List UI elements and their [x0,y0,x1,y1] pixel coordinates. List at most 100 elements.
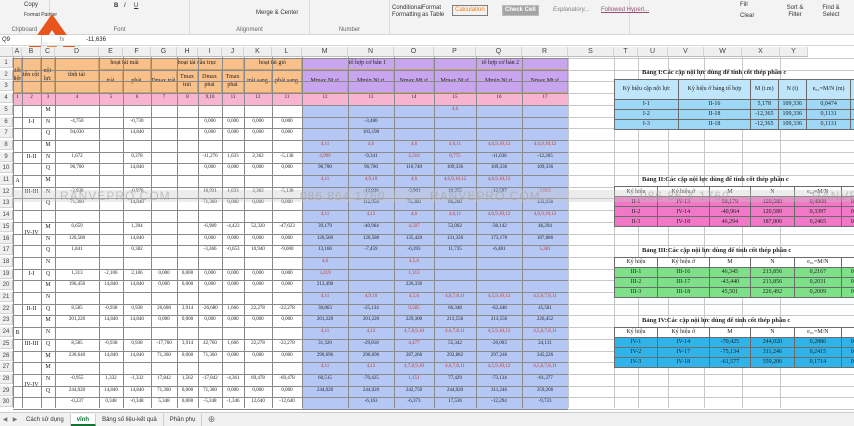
side-table-cell[interactable]: -43,440 [708,276,752,288]
table-cell[interactable]: 0,000 [222,280,244,290]
table-cell[interactable]: 0,000 [272,269,302,279]
table-cell[interactable]: 0,000 [177,351,198,361]
table-cell[interactable]: -26,680 [198,304,222,314]
table-cell[interactable]: 13,166 [302,245,348,255]
table-cell[interactable]: 4,5,6 [394,292,434,302]
table-cell[interactable]: 311,246 [476,386,522,396]
table-cell[interactable]: 39,179 [302,222,348,232]
table-cell[interactable]: 0,938 [123,304,151,314]
table-cell[interactable]: 4,5,6,7,8,11 [522,327,568,337]
table-cell[interactable]: 14,840 [99,315,123,325]
table-cell[interactable]: 4,6,9,10,12 [476,140,522,150]
table-cell[interactable]: 0,000 [244,269,272,279]
table-cell[interactable]: -6,481 [476,245,522,255]
side-table-cell[interactable]: I-3 [614,118,679,130]
table-cell[interactable]: 4,5,9,10,12 [476,327,522,337]
row-header[interactable]: 1 [0,58,13,68]
table-cell[interactable]: 3,419 [302,269,348,279]
table-cell[interactable]: 55,342 [434,339,476,349]
table-cell[interactable]: 96,700 [348,163,394,173]
table-cell[interactable]: 4,5,9,10,12 [476,362,522,372]
row-header[interactable]: 17 [0,245,13,256]
table-cell[interactable]: 46,294 [522,222,568,232]
table-cell[interactable]: 0,000 [222,128,244,138]
select-all-corner[interactable] [0,47,13,57]
table-cell[interactable]: 0,000 [222,269,244,279]
row-header[interactable]: 9 [0,151,13,162]
table-cell[interactable]: 4,11 [302,210,348,220]
table-cell[interactable]: 4,12 [348,327,394,337]
table-cell[interactable]: -0,955 [55,374,99,384]
side-table-cell[interactable]: 0,2009 [793,286,843,298]
table-cell[interactable]: 242,750 [394,386,434,396]
side-table-cell[interactable]: IV-18 [656,356,710,368]
table-cell[interactable]: 1,151 [394,374,434,384]
spreadsheet-grid[interactable]: A B C D E F G H I J K L M N O P Q R S T U V W X Y 1 2 3 4 5 6 7 8 9 10 11 12… [0,47,854,412]
side-table-cell[interactable]: 0,2167 [793,266,843,278]
column-header[interactable]: Y [780,47,808,57]
row-header[interactable]: 27 [0,362,13,373]
table-cell[interactable]: 66,348 [434,304,476,314]
side-table-cell[interactable]: 213,856 [750,276,795,288]
table-cell[interactable]: 2,362 [244,152,272,162]
table-cell[interactable]: -29,818 [348,339,394,349]
table-cell[interactable]: -0,348 [123,397,151,407]
table-cell[interactable]: 53,002 [434,222,476,232]
fill-button[interactable]: Fill [740,2,748,8]
row-header[interactable]: 24 [0,327,13,338]
table-cell[interactable]: -47,623 [272,222,302,232]
table-cell[interactable]: 4,6,9,10,12 [434,175,476,185]
table-cell[interactable]: -22,278 [272,339,302,349]
side-table-cell[interactable]: I-1 [614,98,679,110]
bold-button[interactable]: B [114,3,118,9]
side-table-cell[interactable]: 187,806 [750,216,795,228]
table-cell[interactable]: 173,170 [476,234,522,244]
copy-button[interactable]: Copy [24,2,38,8]
side-table-cell[interactable]: 0,236 [841,266,854,278]
table-cell[interactable]: 4,507 [394,222,434,232]
conditional-formatting-button[interactable]: Conditional Formatting [392,5,422,19]
formula-input[interactable]: -11,636 [82,37,106,43]
side-table-cell[interactable]: 0,2031 [793,276,843,288]
merge-center-button[interactable]: Merge & Center [256,10,298,16]
side-table-cell[interactable]: 0,223 [841,276,854,288]
column-header[interactable]: I [198,47,222,57]
table-cell[interactable]: 0,000 [177,386,198,396]
table-cell[interactable]: 0,000 [272,386,302,396]
table-cell[interactable]: 4,5,9,10,12 [476,292,522,302]
table-cell[interactable]: -3,366 [198,245,222,255]
column-header[interactable]: L [272,47,302,57]
table-cell[interactable]: 0,000 [151,315,177,325]
table-cell[interactable]: 4,6,7,8,11 [434,362,476,372]
side-table-cell[interactable]: 226,492 [750,286,795,298]
row-header[interactable]: 2 [0,69,13,80]
table-cell[interactable]: 229,300 [394,315,434,325]
row-header[interactable]: 19 [0,268,13,279]
table-cell[interactable]: -69,478 [272,374,302,384]
side-table[interactable]: Ký hiệuKý hiệu ởMNe₀₁=M/Ne₀ IV-1IV-14-70,… [614,326,854,368]
table-cell[interactable]: 4,5,6 [394,257,434,267]
table-cell[interactable]: 120,580 [55,234,99,244]
table-cell[interactable]: 4,6 [302,257,348,267]
table-cell[interactable]: -11,276 [198,152,222,162]
row-header[interactable]: 5 [0,104,13,115]
table-cell[interactable]: 4,6 [394,175,434,185]
table-cell[interactable]: 201,220 [348,315,394,325]
column-header[interactable]: G [151,47,177,57]
table-cell[interactable]: 244,020 [348,386,394,396]
table-cell[interactable]: 42,760 [198,339,222,349]
table-cell[interactable]: 0,585 [394,304,434,314]
side-table-cell[interactable]: -70,425 [708,336,752,348]
table-cell[interactable]: -7,459 [348,245,394,255]
table-cell[interactable]: 110,740 [394,163,434,173]
table-cell[interactable]: 109,336 [522,163,568,173]
column-header[interactable]: P [434,47,476,57]
side-table-cell[interactable]: I-2 [614,108,679,120]
side-table-cell[interactable]: 359,206 [750,356,795,368]
table-cell[interactable]: 8,585 [55,304,99,314]
table-cell[interactable]: 4,9,10 [348,175,394,185]
column-header[interactable]: V [668,47,704,57]
table-cell[interactable]: 14,840 [123,234,151,244]
table-cell[interactable]: 0,000 [177,397,198,407]
side-table-cell[interactable]: 0,2886 [793,336,843,348]
